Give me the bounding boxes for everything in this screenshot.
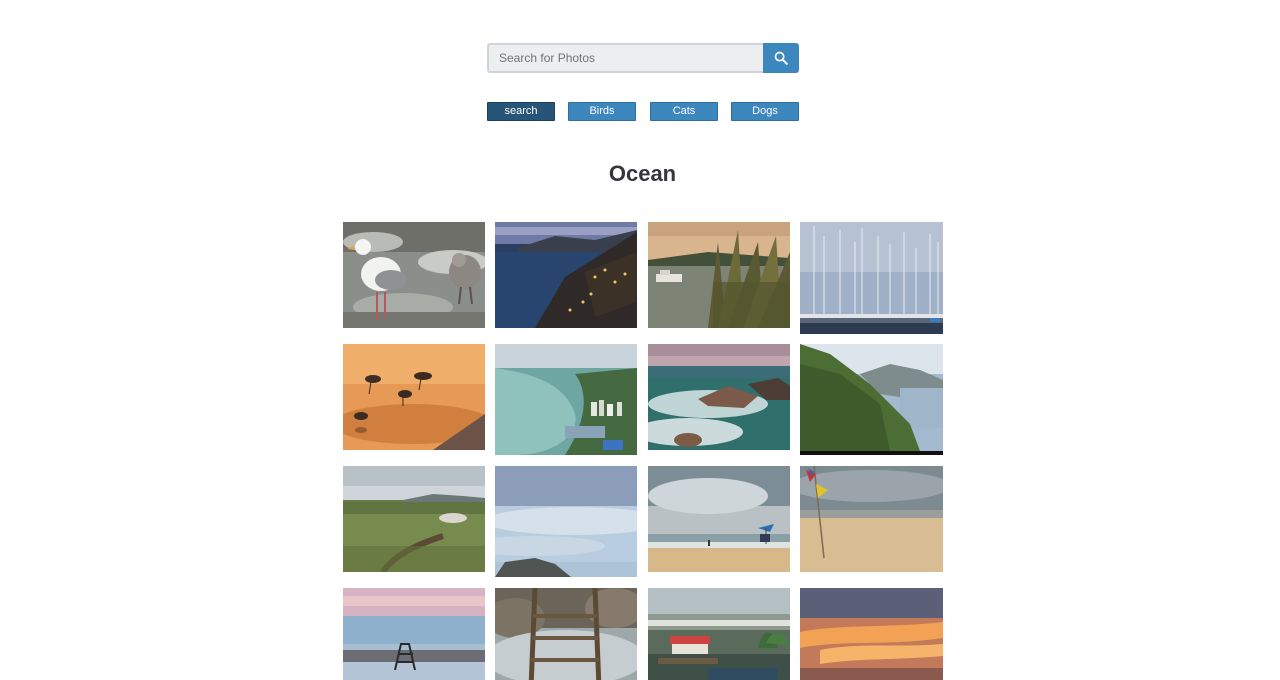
search-form bbox=[487, 43, 799, 73]
topic-button-search[interactable]: search bbox=[487, 102, 555, 121]
photo-beach-umbrella[interactable] bbox=[648, 466, 790, 572]
photo-seagull[interactable] bbox=[343, 222, 485, 328]
photo-cloudy-sea[interactable] bbox=[495, 466, 637, 577]
search-submit-button[interactable] bbox=[763, 43, 799, 73]
photo-stilt-houses[interactable] bbox=[648, 588, 790, 680]
photo-marina[interactable] bbox=[800, 222, 943, 334]
photo-grassy-field[interactable] bbox=[343, 466, 485, 572]
topic-button-dogs[interactable]: Dogs bbox=[731, 102, 799, 121]
page: search Birds Cats Dogs Ocean bbox=[0, 0, 1280, 680]
search-icon bbox=[774, 51, 788, 65]
photo-lifeguard-sunset[interactable] bbox=[343, 588, 485, 680]
search-input[interactable] bbox=[487, 43, 763, 73]
topic-button-cats[interactable]: Cats bbox=[650, 102, 718, 121]
photo-coastal-village[interactable] bbox=[495, 222, 637, 328]
photo-beach-flags[interactable] bbox=[800, 466, 943, 572]
topic-buttons: search Birds Cats Dogs bbox=[487, 102, 799, 121]
page-title: Ocean bbox=[608, 161, 677, 186]
photo-green-cliffs[interactable] bbox=[800, 344, 943, 455]
photo-sandpipers[interactable] bbox=[343, 344, 485, 450]
photo-gallery bbox=[343, 222, 943, 680]
photo-aerial-bay[interactable] bbox=[495, 344, 637, 455]
topic-button-birds[interactable]: Birds bbox=[568, 102, 636, 121]
photo-lifeguard-reflection[interactable] bbox=[495, 588, 637, 680]
photo-boats-reeds[interactable] bbox=[648, 222, 790, 328]
photo-orange-sunset[interactable] bbox=[800, 588, 943, 680]
photo-waves-rocks[interactable] bbox=[648, 344, 790, 450]
